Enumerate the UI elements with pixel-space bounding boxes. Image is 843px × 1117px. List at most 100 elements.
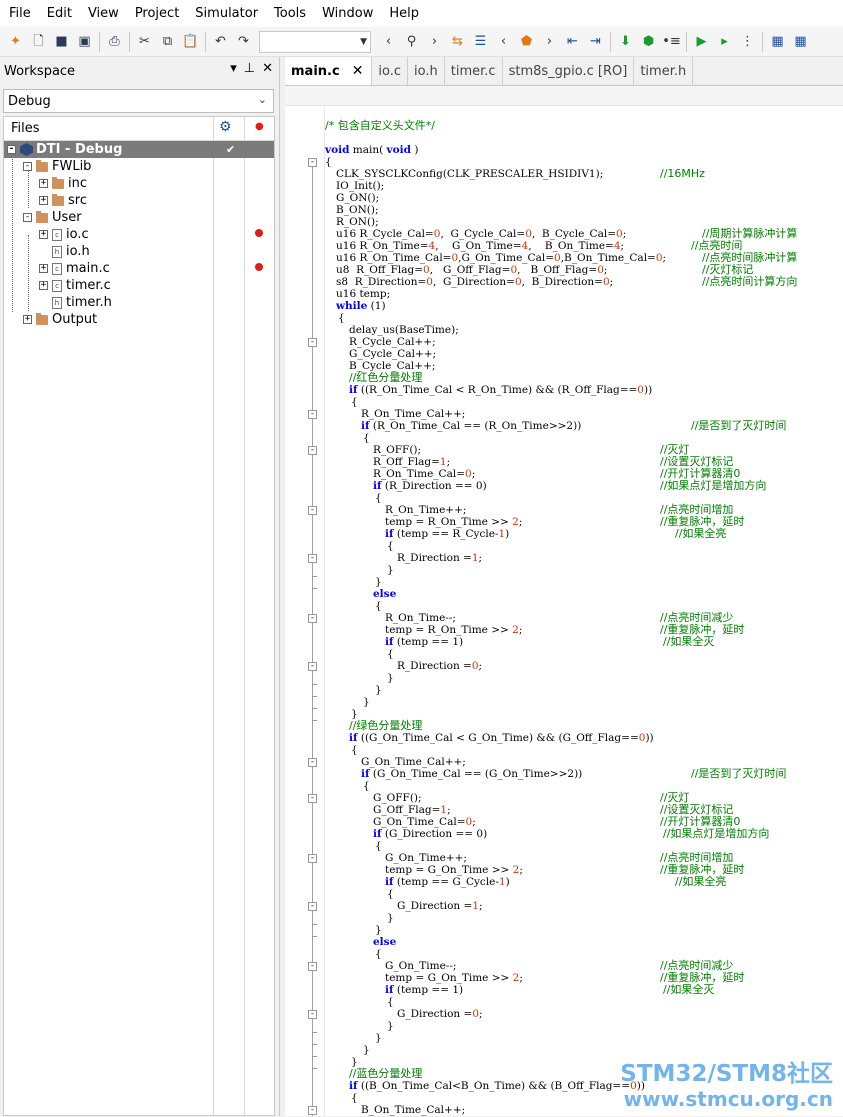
expand-icon[interactable]: + bbox=[39, 264, 48, 273]
menu-window[interactable]: Window bbox=[314, 0, 381, 27]
code-line: temp = G_On_Time >> 2; bbox=[385, 972, 523, 984]
find-previous-icon[interactable]: ‹ bbox=[379, 32, 398, 52]
code-line: { bbox=[363, 432, 370, 444]
tab-io-c[interactable]: io.c bbox=[372, 57, 409, 85]
tree-item-output[interactable]: + Output bbox=[4, 311, 274, 328]
workspace-title: Workspace bbox=[4, 63, 76, 79]
code-line: { bbox=[375, 600, 382, 612]
menu-help[interactable]: Help bbox=[381, 0, 427, 27]
tree-item-timer-c[interactable]: + c timer.c bbox=[4, 277, 274, 294]
fold-toggle[interactable]: - bbox=[308, 506, 317, 515]
expand-icon[interactable]: + bbox=[39, 196, 48, 205]
tree-item-io-c[interactable]: + c io.c bbox=[4, 226, 274, 243]
expand-icon[interactable]: + bbox=[39, 230, 48, 239]
close-icon[interactable]: ✕ bbox=[352, 63, 364, 79]
tree-item-io-h[interactable]: h io.h bbox=[4, 243, 274, 260]
navigate-forward-icon[interactable]: › bbox=[540, 32, 559, 52]
menu-project[interactable]: Project bbox=[127, 0, 187, 27]
fold-toggle[interactable]: - bbox=[308, 758, 317, 767]
menu-simulator[interactable]: Simulator bbox=[187, 0, 266, 27]
add-layout-icon[interactable]: ▦ bbox=[791, 32, 810, 52]
tree-item-user[interactable]: - User bbox=[4, 209, 274, 226]
fold-toggle[interactable]: - bbox=[308, 614, 317, 623]
tab-io-h[interactable]: io.h bbox=[408, 57, 445, 85]
menu-view[interactable]: View bbox=[80, 0, 127, 27]
pin-icon[interactable]: ⊥ bbox=[244, 61, 255, 76]
expand-icon[interactable]: + bbox=[39, 179, 48, 188]
toolbar-separator bbox=[99, 31, 100, 52]
menu-tools[interactable]: Tools bbox=[266, 0, 314, 27]
code-area[interactable]: /* 包含自定义头文件*/ void main( void ) { CLK_SY… bbox=[324, 106, 843, 1116]
tree-item-fwlib[interactable]: - FWLib bbox=[4, 158, 274, 175]
gear-icon[interactable]: ⚙ bbox=[219, 119, 232, 135]
dropdown-icon[interactable]: ▾ bbox=[230, 61, 237, 76]
tab-timer-h[interactable]: timer.h bbox=[634, 57, 694, 85]
modified-indicator bbox=[255, 229, 263, 237]
fold-toggle[interactable]: - bbox=[308, 410, 317, 419]
tab-label: timer.c bbox=[450, 63, 496, 79]
new-workspace-icon[interactable]: ✦ bbox=[6, 32, 25, 52]
tree-item-project[interactable]: - DTI - Debug ✔ bbox=[4, 141, 274, 158]
save-icon[interactable]: ■ bbox=[52, 32, 71, 52]
fold-toggle[interactable]: - bbox=[308, 1010, 317, 1019]
expand-icon[interactable]: + bbox=[39, 281, 48, 290]
previous-bookmark-icon[interactable]: ⇤ bbox=[563, 32, 582, 52]
layout-icon[interactable]: ▦ bbox=[768, 32, 787, 52]
navigate-back-icon[interactable]: ‹ bbox=[494, 32, 513, 52]
fold-toggle[interactable]: - bbox=[308, 1106, 317, 1115]
tree-item-src[interactable]: + src bbox=[4, 192, 274, 209]
fold-toggle[interactable]: - bbox=[308, 338, 317, 347]
collapse-icon[interactable]: - bbox=[23, 213, 32, 222]
code-line: u16 R_On_Time=4, G_On_Time=4, B_On_Time=… bbox=[336, 240, 625, 252]
cut-icon[interactable]: ✂ bbox=[135, 32, 154, 52]
fold-toggle[interactable]: - bbox=[308, 854, 317, 863]
menu-edit[interactable]: Edit bbox=[39, 0, 80, 27]
bookmark-icon[interactable]: ⬟ bbox=[517, 32, 536, 52]
h-file-icon: h bbox=[52, 245, 62, 258]
save-all-icon[interactable]: ▣ bbox=[75, 32, 94, 52]
workspace-panel: Workspace ▾ ⊥ ✕ Debug ⌄ Files ⚙ ● - DTI … bbox=[0, 57, 280, 1117]
search-icon[interactable]: ⚲ bbox=[402, 32, 421, 52]
fold-toggle[interactable]: - bbox=[308, 794, 317, 803]
fold-toggle[interactable]: - bbox=[308, 662, 317, 671]
tree-item-main-c[interactable]: + c main.c bbox=[4, 260, 274, 277]
c-file-icon: c bbox=[52, 262, 62, 275]
expand-icon[interactable]: + bbox=[23, 315, 32, 324]
find-combo[interactable]: ▼ bbox=[259, 30, 371, 53]
fold-toggle[interactable]: - bbox=[308, 554, 317, 563]
collapse-icon[interactable]: - bbox=[23, 162, 32, 171]
fold-toggle[interactable]: - bbox=[308, 962, 317, 971]
tab-timer-c[interactable]: timer.c bbox=[445, 57, 503, 85]
redo-icon[interactable]: ↷ bbox=[234, 32, 253, 52]
collapse-icon[interactable]: - bbox=[7, 145, 16, 154]
undo-icon[interactable]: ↶ bbox=[211, 32, 230, 52]
configuration-select[interactable]: Debug ⌄ bbox=[3, 89, 274, 113]
new-file-icon[interactable]: 🗋 bbox=[29, 32, 48, 52]
next-bookmark-icon[interactable]: ⇥ bbox=[586, 32, 605, 52]
debug-without-download-icon[interactable]: ▸ bbox=[715, 32, 734, 52]
replace-icon[interactable]: ⇆ bbox=[448, 32, 467, 52]
folder-label: src bbox=[68, 193, 87, 208]
fold-toggle[interactable]: - bbox=[308, 902, 317, 911]
close-icon[interactable]: ✕ bbox=[262, 61, 273, 76]
find-next-icon[interactable]: › bbox=[425, 32, 444, 52]
tree-item-inc[interactable]: + inc bbox=[4, 175, 274, 192]
tab-stm8s-gpio-c[interactable]: stm8s_gpio.c [RO] bbox=[503, 57, 635, 85]
tab-main-c[interactable]: main.c ✕ bbox=[285, 57, 373, 85]
fold-toggle[interactable]: - bbox=[308, 446, 317, 455]
paste-icon[interactable]: 📋 bbox=[181, 32, 200, 52]
print-icon[interactable]: ⎙ bbox=[105, 32, 124, 52]
copy-icon[interactable]: ⧉ bbox=[158, 32, 177, 52]
fold-toggle[interactable]: - bbox=[308, 158, 317, 167]
code-editor[interactable]: - - - - - - - - - - - - - - - /* 包含自定义头文件*/ void main(… bbox=[285, 86, 843, 1116]
debug-start-icon[interactable]: ▶ bbox=[692, 32, 711, 52]
code-comment: //绿色分量处理 bbox=[349, 719, 423, 732]
menu-file[interactable]: File bbox=[0, 0, 39, 27]
toggle-breakpoint-icon[interactable]: •≡ bbox=[662, 32, 681, 52]
go-to-icon[interactable]: ☰ bbox=[471, 32, 490, 52]
watermark-line-2: www.stmcu.org.cn bbox=[623, 1087, 833, 1111]
tree-item-timer-h[interactable]: h timer.h bbox=[4, 294, 274, 311]
build-icon[interactable]: ⬢ bbox=[639, 32, 658, 52]
toolbar-overflow-icon[interactable]: ⋮ bbox=[738, 32, 757, 52]
download-icon[interactable]: ⬇ bbox=[616, 32, 635, 52]
